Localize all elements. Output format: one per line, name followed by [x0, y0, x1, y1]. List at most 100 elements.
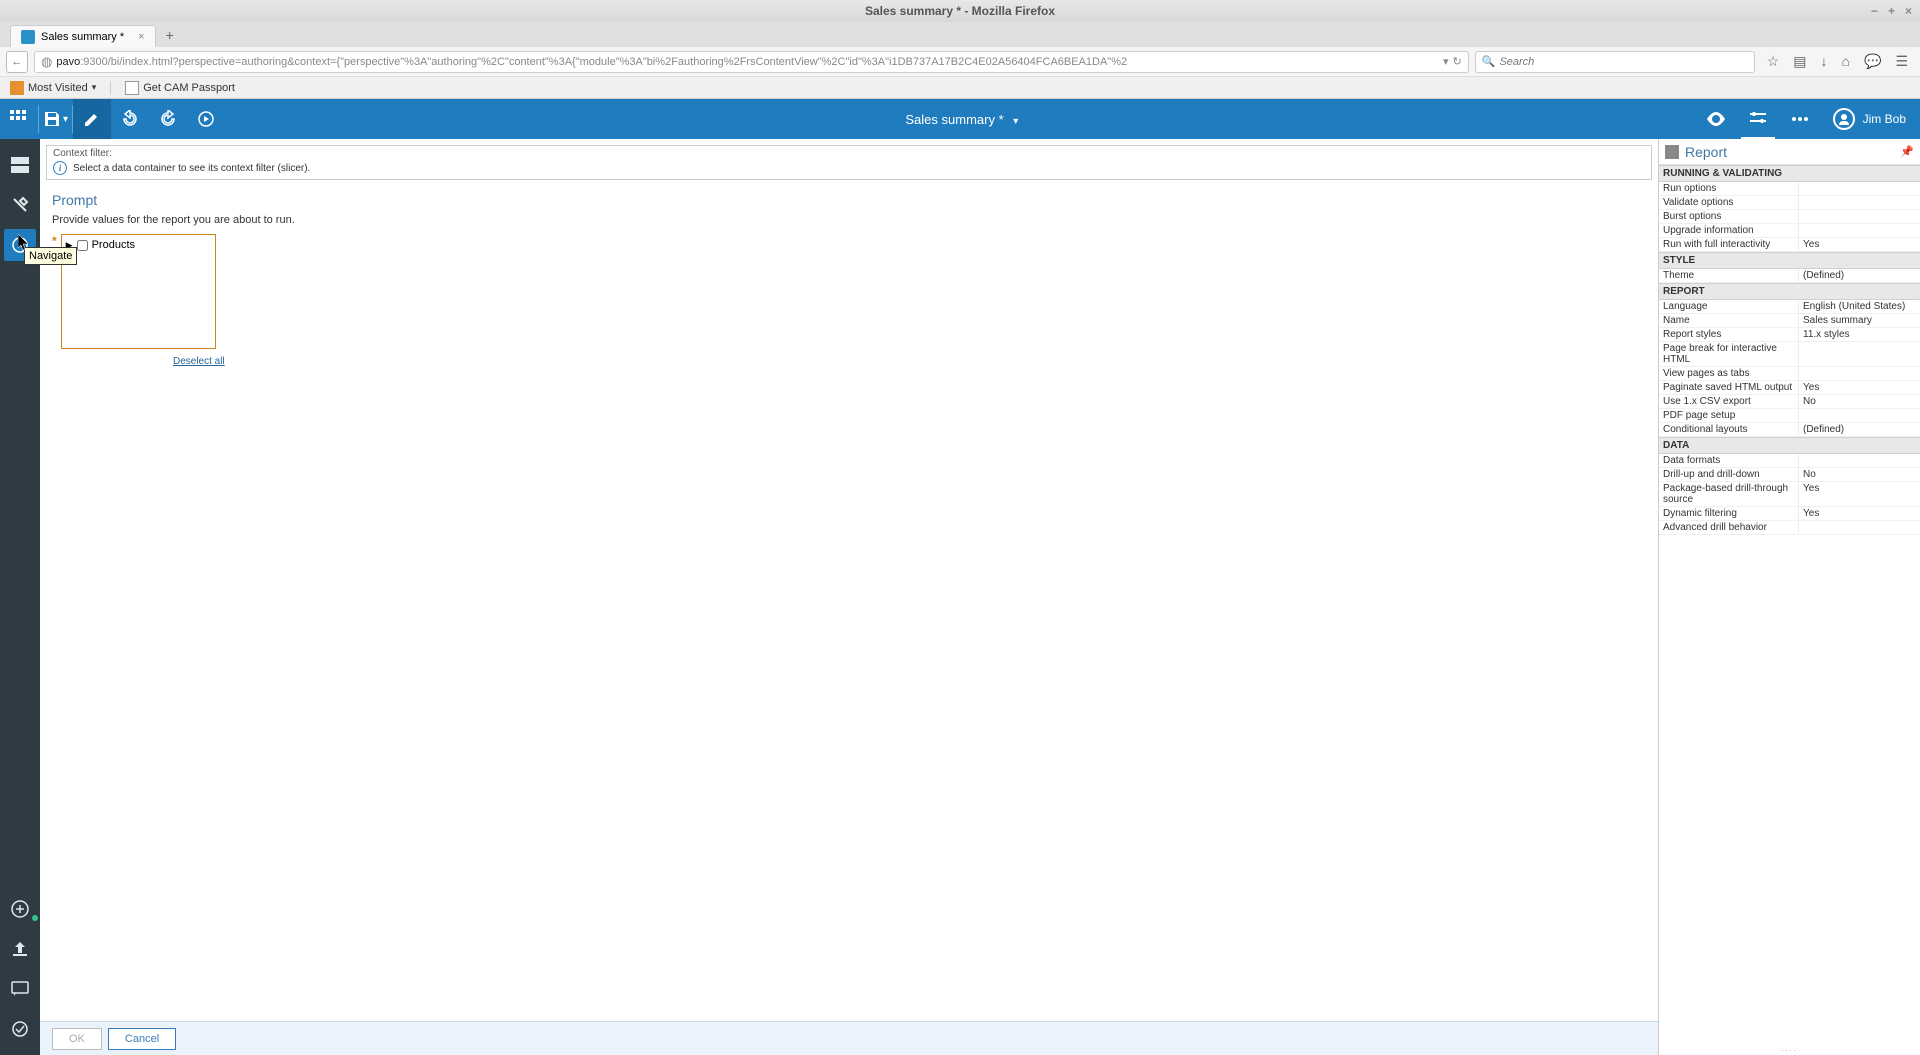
- browser-tab-strip: Sales summary * × +: [0, 22, 1920, 47]
- prop-drill[interactable]: Drill-up and drill-downNo: [1659, 468, 1920, 482]
- maximize-icon[interactable]: +: [1888, 4, 1895, 18]
- left-nav: Navigate: [0, 139, 40, 1055]
- run-button[interactable]: [187, 99, 225, 139]
- info-icon: i: [53, 161, 67, 175]
- data-panel-button[interactable]: [4, 149, 36, 181]
- prop-view-pages-tabs[interactable]: View pages as tabs: [1659, 367, 1920, 381]
- tree-checkbox[interactable]: [77, 240, 88, 251]
- tree-item-products[interactable]: ▶ Products: [66, 239, 211, 251]
- section-running: RUNNING & VALIDATING: [1659, 165, 1920, 182]
- undo-button[interactable]: [111, 99, 149, 139]
- dropdown-icon[interactable]: ▾: [1443, 55, 1449, 68]
- chevron-down-icon: ▾: [63, 114, 68, 125]
- chevron-down-icon: ▾: [92, 82, 97, 93]
- edit-button[interactable]: [73, 99, 111, 139]
- prop-run-interactivity[interactable]: Run with full interactivityYes: [1659, 238, 1920, 252]
- prop-paginate[interactable]: Paginate saved HTML outputYes: [1659, 381, 1920, 395]
- add-button[interactable]: [4, 893, 36, 925]
- prop-upgrade-info[interactable]: Upgrade information: [1659, 224, 1920, 238]
- folder-icon: [10, 81, 24, 95]
- prop-name[interactable]: NameSales summary: [1659, 314, 1920, 328]
- prompt-title: Prompt: [52, 192, 1646, 208]
- center-panel: Context filter: i Select a data containe…: [40, 139, 1658, 1055]
- prop-theme[interactable]: Theme(Defined): [1659, 269, 1920, 283]
- resize-handle[interactable]: ....: [1659, 1042, 1920, 1055]
- menu-icon[interactable]: ☰: [1895, 53, 1908, 70]
- prop-csv[interactable]: Use 1.x CSV exportNo: [1659, 395, 1920, 409]
- more-button[interactable]: [1783, 99, 1817, 139]
- bookmark-cam-passport[interactable]: Get CAM Passport: [125, 81, 235, 95]
- window-title: Sales summary * - Mozilla Firefox: [865, 4, 1055, 18]
- url-text: pavo:9300/bi/index.html?perspective=auth…: [56, 56, 1439, 68]
- app-toolbar: ▾ Sales summary * ▾ Jim Bob: [0, 99, 1920, 139]
- properties-header: Report 📌: [1659, 139, 1920, 165]
- tab-favicon-icon: [21, 30, 35, 44]
- new-tab-button[interactable]: +: [166, 27, 174, 43]
- prompt-description: Provide values for the report you are ab…: [52, 214, 1646, 226]
- bookmark-star-icon[interactable]: ☆: [1767, 53, 1780, 70]
- toolbox-button[interactable]: [4, 189, 36, 221]
- properties-button[interactable]: [1741, 99, 1775, 139]
- bookmarks-bar: Most Visited ▾ Get CAM Passport: [0, 77, 1920, 99]
- prompt-footer: OK Cancel: [40, 1021, 1658, 1055]
- search-input[interactable]: [1499, 56, 1747, 68]
- prop-adv-drill[interactable]: Advanced drill behavior: [1659, 521, 1920, 535]
- cancel-button[interactable]: Cancel: [108, 1028, 176, 1050]
- bookmark-label: Get CAM Passport: [143, 82, 235, 94]
- share-button[interactable]: [4, 933, 36, 965]
- prop-dynamic-filter[interactable]: Dynamic filteringYes: [1659, 507, 1920, 521]
- app-menu-button[interactable]: [0, 99, 38, 139]
- redo-button[interactable]: [149, 99, 187, 139]
- document-title[interactable]: Sales summary * ▾: [225, 112, 1699, 127]
- user-menu[interactable]: Jim Bob: [1833, 108, 1906, 130]
- prop-page-break[interactable]: Page break for interactive HTML: [1659, 342, 1920, 367]
- browser-tab[interactable]: Sales summary * ×: [10, 25, 156, 47]
- section-data: DATA: [1659, 437, 1920, 454]
- home-icon[interactable]: ⌂: [1842, 53, 1850, 70]
- context-filter-msg: Select a data container to see its conte…: [73, 163, 310, 174]
- section-report: REPORT: [1659, 283, 1920, 300]
- prompt-tree[interactable]: ▶ Products: [61, 234, 216, 349]
- globe-icon: ◍: [41, 54, 52, 70]
- prop-validate-options[interactable]: Validate options: [1659, 196, 1920, 210]
- prop-run-options[interactable]: Run options: [1659, 182, 1920, 196]
- prop-data-formats[interactable]: Data formats: [1659, 454, 1920, 468]
- search-icon: 🔍: [1482, 55, 1496, 68]
- back-button[interactable]: ←: [6, 51, 28, 73]
- prop-language[interactable]: LanguageEnglish (United States): [1659, 300, 1920, 314]
- comments-button[interactable]: [4, 973, 36, 1005]
- tab-close-icon[interactable]: ×: [138, 31, 144, 43]
- ok-button[interactable]: OK: [52, 1028, 102, 1050]
- downloads-icon[interactable]: ↓: [1821, 53, 1828, 70]
- required-asterisk-icon: *: [52, 234, 57, 248]
- os-titlebar: Sales summary * - Mozilla Firefox − + ×: [0, 0, 1920, 22]
- prop-report-styles[interactable]: Report styles11.x styles: [1659, 328, 1920, 342]
- preview-button[interactable]: [1699, 99, 1733, 139]
- browser-url-bar: ← ◍ pavo:9300/bi/index.html?perspective=…: [0, 47, 1920, 77]
- context-filter-label: Context filter:: [53, 148, 1645, 159]
- tooltip: Navigate: [24, 247, 77, 265]
- library-icon[interactable]: ▤: [1793, 53, 1806, 70]
- save-button[interactable]: ▾: [39, 99, 72, 139]
- section-style: STYLE: [1659, 252, 1920, 269]
- prop-pdf[interactable]: PDF page setup: [1659, 409, 1920, 423]
- reload-icon[interactable]: ↻: [1453, 55, 1462, 68]
- tree-item-label: Products: [92, 239, 135, 251]
- validate-button[interactable]: [4, 1013, 36, 1045]
- pin-icon[interactable]: 📌: [1900, 145, 1914, 158]
- prop-cond-layouts[interactable]: Conditional layouts(Defined): [1659, 423, 1920, 437]
- properties-title: Report: [1685, 144, 1900, 160]
- prop-package-drill[interactable]: Package-based drill-through sourceYes: [1659, 482, 1920, 507]
- chat-icon[interactable]: 💬: [1864, 53, 1881, 70]
- context-filter-bar: Context filter: i Select a data containe…: [46, 145, 1652, 180]
- minimize-icon[interactable]: −: [1871, 4, 1878, 18]
- search-box[interactable]: 🔍: [1475, 51, 1755, 73]
- chevron-down-icon: ▾: [1013, 116, 1018, 127]
- user-name: Jim Bob: [1863, 112, 1906, 126]
- url-input[interactable]: ◍ pavo:9300/bi/index.html?perspective=au…: [34, 51, 1469, 73]
- bookmark-most-visited[interactable]: Most Visited ▾: [10, 81, 96, 95]
- deselect-all-link[interactable]: Deselect all: [173, 356, 225, 367]
- page-icon: [125, 81, 139, 95]
- prop-burst-options[interactable]: Burst options: [1659, 210, 1920, 224]
- close-icon[interactable]: ×: [1905, 4, 1912, 18]
